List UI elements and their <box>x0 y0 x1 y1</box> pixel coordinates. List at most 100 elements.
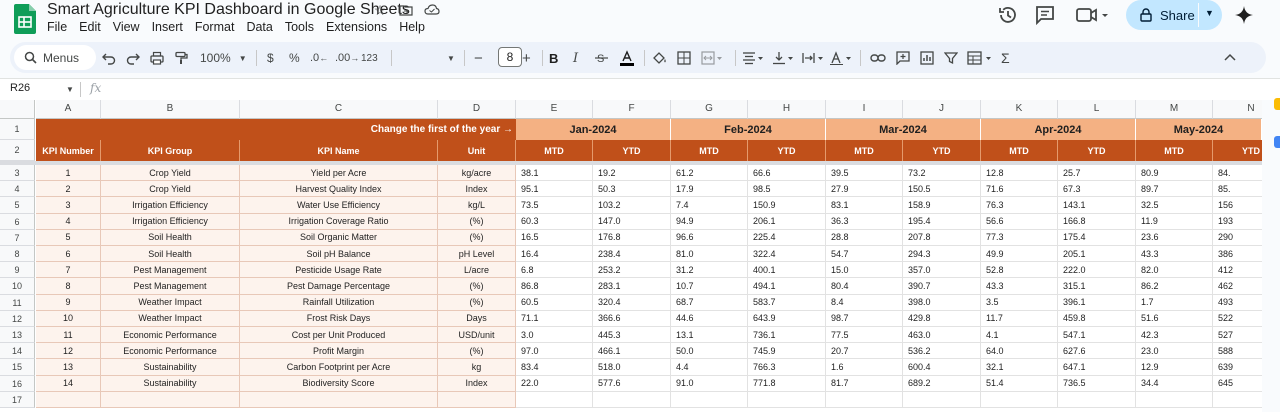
kpi-name-cell[interactable]: Yield per Acre <box>240 165 438 182</box>
strikethrough-icon[interactable]: S <box>595 48 609 68</box>
kpi-number-cell[interactable]: 5 <box>36 229 101 246</box>
value-cell[interactable]: 51.6 <box>1136 310 1213 327</box>
unit-cell[interactable]: kg/acre <box>438 165 516 182</box>
unit-cell[interactable]: Days <box>438 310 516 327</box>
text-wrapping-icon[interactable] <box>802 48 824 68</box>
value-cell[interactable]: 166.8 <box>1058 213 1136 230</box>
value-cell[interactable]: 86.2 <box>1136 278 1213 295</box>
menu-tools[interactable]: Tools <box>285 20 320 34</box>
row-header-15[interactable]: 15 <box>0 359 35 376</box>
value-cell[interactable]: 83.1 <box>826 197 903 214</box>
value-cell[interactable]: 67.3 <box>1058 181 1136 198</box>
column-header-i[interactable]: I <box>826 100 903 119</box>
value-cell[interactable]: 27.9 <box>826 181 903 198</box>
value-cell[interactable]: 97.0 <box>516 343 593 360</box>
kpi-number-cell[interactable]: 1 <box>36 165 101 182</box>
value-cell[interactable]: 56.6 <box>981 213 1058 230</box>
value-cell[interactable]: 52.8 <box>981 262 1058 279</box>
value-cell[interactable]: 19.2 <box>593 165 671 182</box>
font-family-select[interactable]: ▼ <box>401 48 461 68</box>
font-size-input[interactable]: 8 <box>498 47 522 67</box>
value-cell[interactable]: 20.7 <box>826 343 903 360</box>
value-cell[interactable]: 8.4 <box>826 294 903 311</box>
row-header-1[interactable]: 1 <box>0 119 35 140</box>
column-header-h[interactable]: H <box>748 100 826 119</box>
value-cell[interactable]: 588 <box>1213 343 1262 360</box>
kpi-group-cell[interactable]: Economic Performance <box>101 343 240 360</box>
move-folder-icon[interactable] <box>398 2 414 18</box>
value-cell[interactable]: 6.8 <box>516 262 593 279</box>
value-cell[interactable]: 386 <box>1213 246 1262 263</box>
unit-cell[interactable]: Index <box>438 181 516 198</box>
value-cell[interactable]: 16.4 <box>516 246 593 263</box>
value-cell[interactable]: 494.1 <box>748 278 826 295</box>
menu-help[interactable]: Help <box>399 20 431 34</box>
value-cell[interactable]: 15.0 <box>826 262 903 279</box>
value-cell[interactable]: 82.0 <box>1136 262 1213 279</box>
kpi-number-cell[interactable]: 12 <box>36 343 101 360</box>
kpi-name-cell[interactable]: Water Use Efficiency <box>240 197 438 214</box>
column-header-k[interactable]: K <box>981 100 1058 119</box>
zoom-select[interactable]: 100% ▼ <box>200 48 247 68</box>
kpi-number-cell[interactable]: 10 <box>36 310 101 327</box>
kpi-number-cell[interactable]: 8 <box>36 278 101 295</box>
value-cell[interactable]: 577.6 <box>593 375 671 392</box>
value-cell[interactable]: 91.0 <box>671 375 748 392</box>
unit-cell[interactable]: kg <box>438 359 516 376</box>
comments-icon[interactable] <box>1034 4 1056 26</box>
column-header-g[interactable]: G <box>671 100 748 119</box>
column-header-m[interactable]: M <box>1136 100 1213 119</box>
value-cell[interactable]: 11.9 <box>1136 213 1213 230</box>
value-cell[interactable]: 645 <box>1213 376 1262 392</box>
value-cell[interactable]: 222.0 <box>1058 262 1136 279</box>
value-cell[interactable]: 49.9 <box>981 246 1058 263</box>
cloud-status-icon[interactable] <box>424 2 440 18</box>
gemini-icon[interactable] <box>1233 4 1255 26</box>
star-icon[interactable]: ☆ <box>372 2 388 18</box>
value-cell[interactable]: 4.4 <box>671 359 748 376</box>
kpi-group-cell[interactable]: Crop Yield <box>101 181 240 198</box>
value-cell[interactable]: 195.4 <box>903 213 981 230</box>
value-cell[interactable]: 12.8 <box>981 165 1058 182</box>
value-cell[interactable]: 96.6 <box>671 229 748 246</box>
value-cell[interactable]: 225.4 <box>748 229 826 246</box>
fill-color-icon[interactable] <box>652 48 668 68</box>
row-header-6[interactable]: 6 <box>0 213 35 230</box>
value-cell[interactable]: 320.4 <box>593 294 671 311</box>
column-header-e[interactable]: E <box>516 100 593 119</box>
column-header-l[interactable]: L <box>1058 100 1136 119</box>
kpi-number-cell[interactable]: 14 <box>36 375 101 392</box>
horizontal-align-icon[interactable] <box>742 48 764 68</box>
value-cell[interactable]: 85. <box>1213 181 1262 198</box>
currency-format-button[interactable]: $ <box>267 48 274 68</box>
kpi-group-cell[interactable]: Pest Management <box>101 278 240 295</box>
value-cell[interactable]: 44.6 <box>671 310 748 327</box>
value-cell[interactable]: 23.6 <box>1136 229 1213 246</box>
value-cell[interactable]: 16.5 <box>516 229 593 246</box>
menu-insert[interactable]: Insert <box>152 20 189 34</box>
value-cell[interactable]: 290 <box>1213 230 1262 246</box>
kpi-name-cell[interactable]: Pest Damage Percentage <box>240 278 438 295</box>
kpi-group-cell[interactable]: Soil Health <box>101 229 240 246</box>
value-cell[interactable]: 536.2 <box>903 343 981 360</box>
value-cell[interactable]: 10.7 <box>671 278 748 295</box>
row-header-11[interactable]: 11 <box>0 294 35 311</box>
sheets-logo-icon[interactable] <box>14 4 36 34</box>
empty-cell[interactable] <box>903 391 981 408</box>
value-cell[interactable]: 68.7 <box>671 294 748 311</box>
unit-cell[interactable]: Index <box>438 375 516 392</box>
value-cell[interactable]: 32.5 <box>1136 197 1213 214</box>
value-cell[interactable]: 158.9 <box>903 197 981 214</box>
value-cell[interactable]: 639 <box>1213 359 1262 376</box>
kpi-group-cell[interactable]: Weather Impact <box>101 294 240 311</box>
value-cell[interactable]: 83.4 <box>516 359 593 376</box>
decrease-decimal-button[interactable]: .0 ← <box>310 48 328 68</box>
value-cell[interactable]: 23.0 <box>1136 343 1213 360</box>
value-cell[interactable]: 527 <box>1213 327 1262 344</box>
value-cell[interactable]: 81.0 <box>671 246 748 263</box>
value-cell[interactable]: 81.7 <box>826 375 903 392</box>
kpi-name-cell[interactable]: Profit Margin <box>240 343 438 360</box>
value-cell[interactable]: 205.1 <box>1058 246 1136 263</box>
value-cell[interactable]: 73.2 <box>903 165 981 182</box>
empty-cell[interactable] <box>1058 391 1136 408</box>
